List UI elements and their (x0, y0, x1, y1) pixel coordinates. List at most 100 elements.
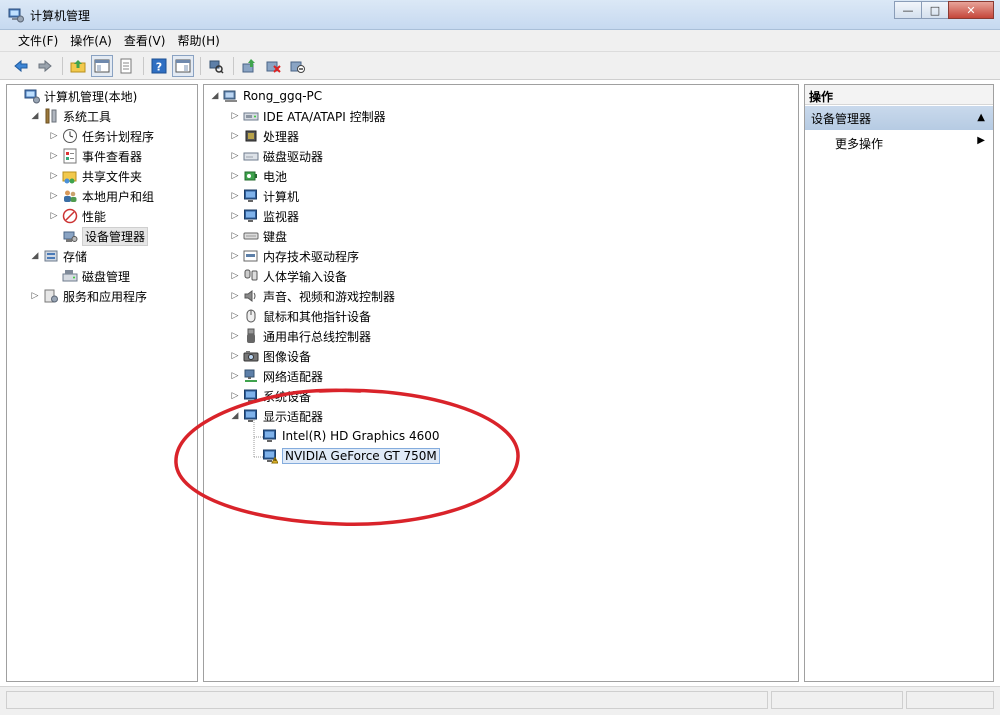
collapse-triangle-icon[interactable]: ▲ (977, 112, 985, 123)
console-tree-item[interactable]: ▷ 共享文件夹 (49, 166, 142, 186)
device-category[interactable]: ▷ 内存技术驱动程序 (230, 246, 359, 266)
show-hide-action-pane-button[interactable] (172, 54, 194, 77)
console-tree-item[interactable]: ▷ 本地用户和组 (49, 186, 154, 206)
device-category[interactable]: ▷ IDE ATA/ATAPI 控制器 (230, 106, 386, 126)
help-button[interactable]: ? (148, 55, 170, 77)
uninstall-icon (266, 61, 281, 73)
device-tree-label: 人体学输入设备 (263, 269, 348, 284)
device-tree-label: 图像设备 (263, 349, 312, 364)
ide-controller-icon (243, 108, 259, 124)
clock-icon (62, 128, 78, 144)
collapsed-arrow-icon[interactable]: ▷ (230, 231, 240, 241)
back-arrow-icon (14, 59, 28, 72)
device-category[interactable]: ▷ 磁盘驱动器 (230, 146, 323, 166)
console-tree-item[interactable]: ▷ 服务和应用程序 (30, 286, 147, 306)
collapsed-arrow-icon[interactable]: ▷ (230, 271, 240, 281)
svg-text:?: ? (156, 60, 162, 73)
device-category[interactable]: ▷ 键盘 (230, 226, 287, 246)
collapsed-arrow-icon[interactable]: ▷ (49, 211, 59, 221)
collapsed-arrow-icon[interactable]: ▷ (230, 131, 240, 141)
collapsed-arrow-icon[interactable]: ▷ (230, 211, 240, 221)
collapsed-arrow-icon[interactable]: ▷ (230, 111, 240, 121)
collapsed-arrow-icon[interactable]: ▷ (230, 191, 240, 201)
close-button[interactable]: ✕ (948, 1, 994, 19)
console-tree-pane[interactable]: 计算机管理(本地) ◢ 系统工具 ▷ 任务计划程序 ▷ 事件查看器 ▷ 共享文件夹 ▷ 本地用户和组… (6, 84, 198, 682)
console-tree-label: 本地用户和组 (82, 189, 155, 204)
collapsed-arrow-icon[interactable]: ▷ (230, 351, 240, 361)
collapsed-arrow-icon[interactable]: ▷ (230, 291, 240, 301)
expanded-arrow-icon[interactable]: ◢ (30, 251, 40, 261)
console-tree-item[interactable]: 计算机管理(本地) (11, 86, 137, 106)
uninstall-device-button[interactable] (262, 55, 284, 77)
maximize-button[interactable]: □ (921, 1, 949, 19)
collapsed-arrow-icon[interactable]: ▷ (49, 151, 59, 161)
users-icon (62, 188, 78, 204)
console-tree-item[interactable]: 设备管理器 (49, 226, 149, 246)
console-tree-item[interactable]: ▷ 事件查看器 (49, 146, 142, 166)
device-category[interactable]: ▷ 通用串行总线控制器 (230, 326, 371, 346)
collapsed-arrow-icon[interactable]: ▷ (230, 151, 240, 161)
storage-icon (43, 248, 59, 264)
collapsed-arrow-icon[interactable]: ▷ (230, 391, 240, 401)
menu-file[interactable]: 文件(F) (12, 32, 64, 49)
device-category[interactable]: ▷ 处理器 (230, 126, 299, 146)
collapsed-arrow-icon[interactable]: ▷ (30, 291, 40, 301)
submenu-arrow-icon[interactable]: ▶ (977, 135, 985, 146)
scan-hardware-button[interactable] (205, 55, 227, 77)
console-tree-label: 设备管理器 (82, 226, 149, 246)
disable-device-button[interactable] (286, 55, 308, 77)
menu-view[interactable]: 查看(V) (118, 32, 172, 49)
computer-icon (243, 188, 259, 204)
back-button[interactable] (10, 55, 32, 77)
forward-button[interactable] (34, 55, 56, 77)
update-driver-button[interactable] (238, 55, 260, 77)
device-tree-root[interactable]: ◢ Rong_ggq-PC (210, 86, 323, 106)
collapsed-arrow-icon[interactable]: ▷ (49, 171, 59, 181)
device-tree-label: 计算机 (263, 189, 300, 204)
expanded-arrow-icon[interactable]: ◢ (30, 111, 40, 121)
menu-help[interactable]: 帮助(H) (171, 32, 225, 49)
collapsed-arrow-icon[interactable]: ▷ (230, 371, 240, 381)
collapsed-arrow-icon[interactable]: ▷ (49, 191, 59, 201)
device-category[interactable]: ▷ 网络适配器 (230, 366, 323, 386)
help-icon: ? (151, 58, 167, 73)
export-list-button[interactable] (115, 55, 137, 77)
device-tree-label: 鼠标和其他指针设备 (263, 309, 372, 324)
console-tree-item[interactable]: ◢ 存储 (30, 246, 87, 266)
device-category[interactable]: ▷ 人体学输入设备 (230, 266, 347, 286)
minimize-button[interactable]: — (894, 1, 922, 19)
actions-section-device-manager[interactable]: 设备管理器 ▲ (805, 106, 993, 130)
device-category[interactable]: ▷ 图像设备 (230, 346, 311, 366)
device-tree-label: 键盘 (263, 229, 288, 244)
collapsed-arrow-icon[interactable]: ▷ (230, 251, 240, 261)
device-tree-label: 网络适配器 (263, 369, 324, 384)
collapsed-arrow-icon[interactable]: ▷ (230, 311, 240, 321)
up-level-button[interactable] (67, 55, 89, 77)
device-category[interactable]: ▷ 电池 (230, 166, 287, 186)
device-category[interactable]: ▷ 系统设备 (230, 386, 311, 406)
collapsed-arrow-icon[interactable]: ▷ (49, 131, 59, 141)
console-tree-item[interactable]: 磁盘管理 (49, 266, 130, 286)
console-tree-item[interactable]: ▷ 任务计划程序 (49, 126, 154, 146)
status-bar (0, 686, 1000, 715)
console-tree-item[interactable]: ▷ 性能 (49, 206, 106, 226)
device-category[interactable]: ▷ 监视器 (230, 206, 299, 226)
console-tree-item[interactable]: ◢ 系统工具 (30, 106, 111, 126)
more-actions-link[interactable]: 更多操作 (835, 135, 883, 152)
device-category[interactable]: ▷ 计算机 (230, 186, 299, 206)
menu-action[interactable]: 操作(A) (64, 32, 118, 49)
status-segment-2 (771, 691, 903, 709)
sound-icon (243, 288, 259, 304)
console-tree-label: 计算机管理(本地) (44, 89, 138, 104)
show-hide-console-tree-button[interactable] (91, 54, 113, 77)
expanded-arrow-icon[interactable]: ◢ (210, 91, 220, 101)
device-tree-label: 内存技术驱动程序 (263, 249, 360, 264)
device-category[interactable]: ▷ 声音、视频和游戏控制器 (230, 286, 395, 306)
device-tree-pane[interactable]: ◢ Rong_ggq-PC ▷ IDE ATA/ATAPI 控制器 ▷ 处理器 ▷ 磁盘驱动器… (203, 84, 799, 682)
folder-up-icon (70, 59, 86, 72)
collapsed-arrow-icon[interactable]: ▷ (230, 331, 240, 341)
device-category[interactable]: ▷ 鼠标和其他指针设备 (230, 306, 371, 326)
collapsed-arrow-icon[interactable]: ▷ (230, 171, 240, 181)
